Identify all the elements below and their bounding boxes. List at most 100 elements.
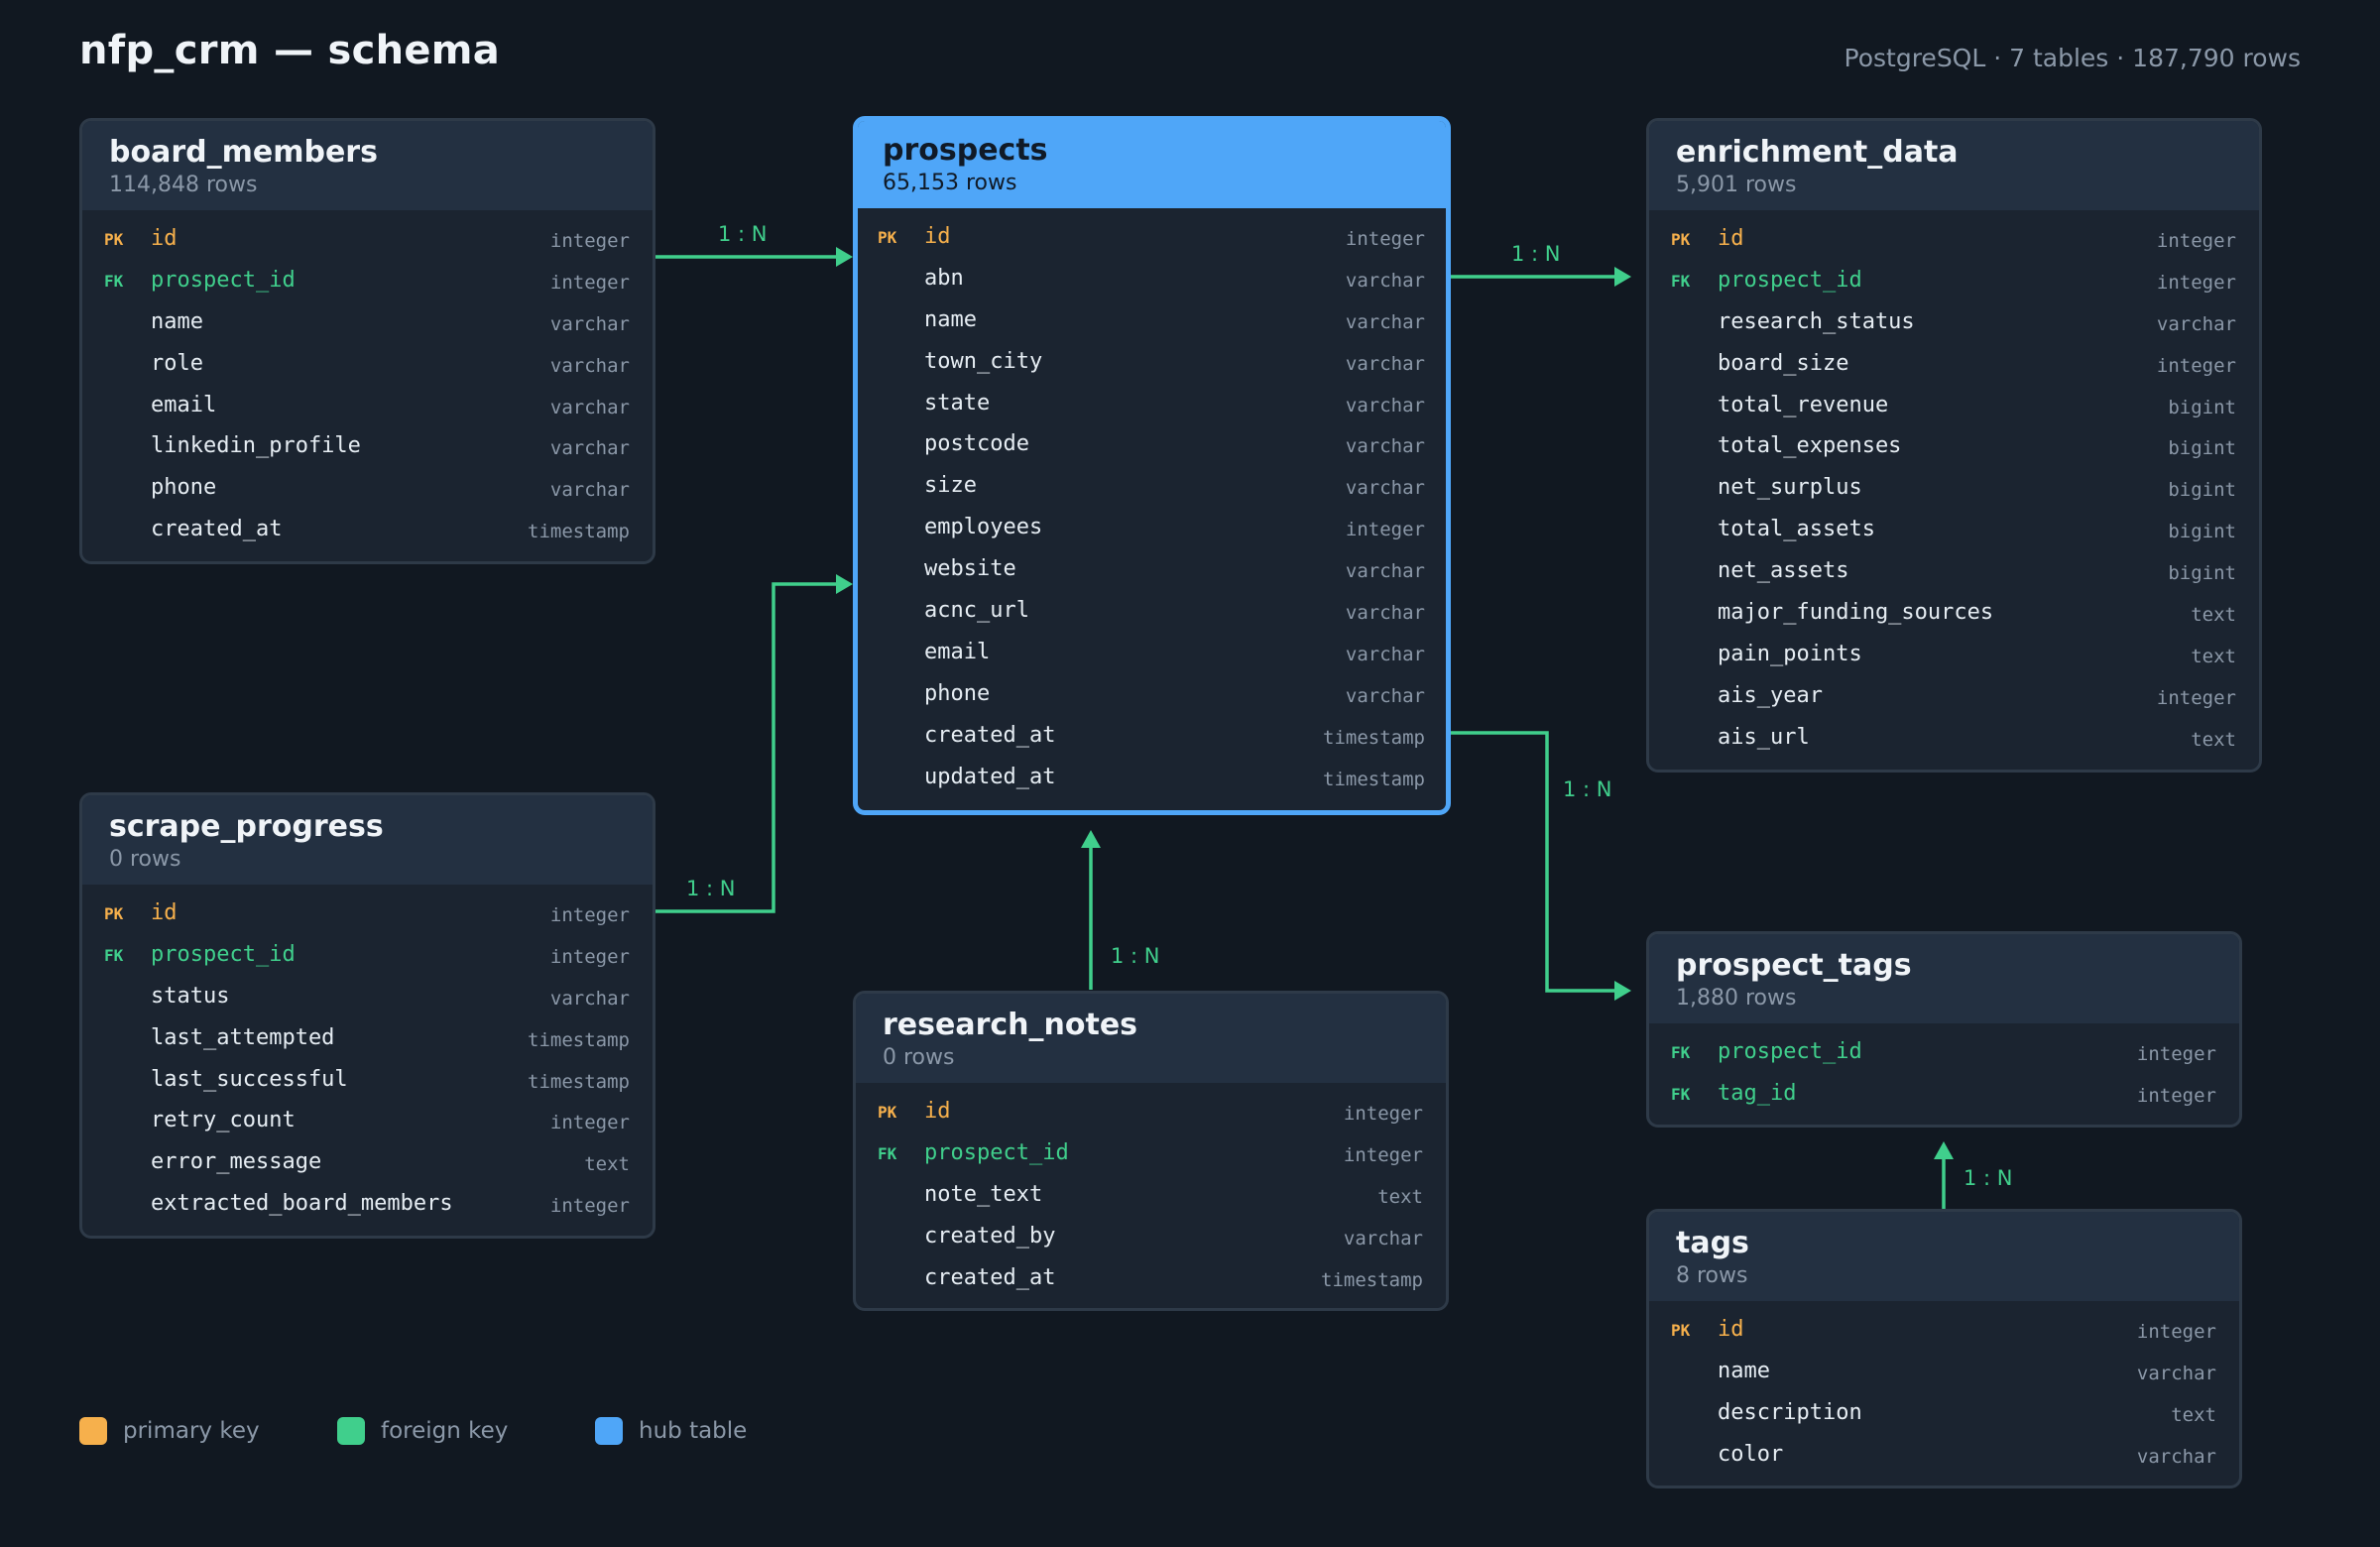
- column-row[interactable]: FK prospect_id integer: [1649, 262, 2259, 303]
- column-row[interactable]: acnc_url varchar: [858, 592, 1446, 634]
- column-row[interactable]: net_surplus bigint: [1649, 469, 2259, 511]
- table-header[interactable]: scrape_progress 0 rows: [82, 795, 653, 885]
- column-row[interactable]: total_revenue bigint: [1649, 387, 2259, 428]
- column-row[interactable]: FK prospect_id integer: [1649, 1033, 2239, 1075]
- hub-table-swatch: [595, 1417, 623, 1445]
- column-row[interactable]: ais_year integer: [1649, 677, 2259, 719]
- primary-key-badge: PK: [1671, 1321, 1691, 1340]
- column-type: integer: [549, 271, 630, 294]
- column-name: email: [151, 392, 217, 417]
- column-name: created_by: [924, 1223, 1056, 1249]
- column-row[interactable]: last_attempted timestamp: [82, 1019, 653, 1061]
- column-row[interactable]: status varchar: [82, 978, 653, 1019]
- column-row[interactable]: created_by varchar: [856, 1218, 1446, 1259]
- column-row[interactable]: postcode varchar: [858, 425, 1446, 467]
- column-row[interactable]: state varchar: [858, 385, 1446, 426]
- column-row[interactable]: name varchar: [82, 303, 653, 345]
- foreign-key-badge: FK: [1671, 271, 1691, 291]
- table-header[interactable]: research_notes 0 rows: [856, 994, 1446, 1083]
- table-header[interactable]: prospect_tags 1,880 rows: [1649, 934, 2239, 1023]
- column-name: abn: [924, 265, 964, 291]
- column-name: description: [1718, 1399, 1862, 1425]
- table-name: research_notes: [883, 1008, 1138, 1042]
- primary-key-badge: PK: [1671, 230, 1691, 249]
- table-prospect-tags[interactable]: prospect_tags 1,880 rows FK prospect_id inte…: [1646, 931, 2242, 1128]
- column-row[interactable]: website varchar: [858, 550, 1446, 592]
- table-board-members[interactable]: board_members 114,848 rows PK id integer FK pr…: [79, 118, 655, 564]
- column-row[interactable]: color varchar: [1649, 1436, 2239, 1478]
- column-type: integer: [1343, 1143, 1423, 1166]
- table-name: prospects: [883, 133, 1048, 168]
- column-row[interactable]: size varchar: [858, 467, 1446, 509]
- column-row[interactable]: email varchar: [858, 634, 1446, 675]
- column-row[interactable]: linkedin_profile varchar: [82, 427, 653, 469]
- table-header[interactable]: prospects 65,153 rows: [858, 121, 1446, 208]
- column-row[interactable]: ais_url text: [1649, 719, 2259, 761]
- column-row[interactable]: email varchar: [82, 387, 653, 428]
- column-row[interactable]: pain_points text: [1649, 636, 2259, 677]
- table-row-count: 8 rows: [1676, 1263, 1748, 1288]
- column-row[interactable]: created_at timestamp: [856, 1259, 1446, 1301]
- table-name: enrichment_data: [1676, 135, 1959, 170]
- column-row[interactable]: major_funding_sources text: [1649, 594, 2259, 636]
- column-row[interactable]: total_expenses bigint: [1649, 427, 2259, 469]
- table-header[interactable]: tags 8 rows: [1649, 1212, 2239, 1301]
- column-row[interactable]: research_status varchar: [1649, 303, 2259, 345]
- column-name: extracted_board_members: [151, 1191, 453, 1217]
- table-header[interactable]: board_members 114,848 rows: [82, 121, 653, 210]
- column-row[interactable]: PK id integer: [82, 894, 653, 936]
- column-row[interactable]: FK prospect_id integer: [82, 936, 653, 978]
- column-row[interactable]: name varchar: [1649, 1353, 2239, 1394]
- column-row[interactable]: FK tag_id integer: [1649, 1075, 2239, 1117]
- column-row[interactable]: PK id integer: [856, 1093, 1446, 1134]
- column-name: status: [151, 983, 230, 1009]
- column-row[interactable]: PK id integer: [82, 220, 653, 262]
- column-type: varchar: [2136, 1445, 2216, 1468]
- column-row[interactable]: PK id integer: [1649, 220, 2259, 262]
- column-name: website: [924, 556, 1016, 582]
- column-row[interactable]: PK id integer: [858, 218, 1446, 260]
- column-row[interactable]: employees integer: [858, 509, 1446, 550]
- column-row[interactable]: role varchar: [82, 345, 653, 387]
- column-type: varchar: [1345, 684, 1425, 707]
- column-row[interactable]: error_message text: [82, 1143, 653, 1185]
- column-type: text: [2191, 728, 2236, 751]
- column-type: varchar: [1345, 352, 1425, 375]
- table-research-notes[interactable]: research_notes 0 rows PK id integer FK prospec…: [853, 991, 1449, 1311]
- column-type: integer: [2156, 686, 2236, 709]
- table-name: prospect_tags: [1676, 948, 1912, 983]
- table-tags[interactable]: tags 8 rows PK id integer name varchar descript…: [1646, 1209, 2242, 1488]
- column-row[interactable]: net_assets bigint: [1649, 552, 2259, 594]
- foreign-key-badge: FK: [1671, 1084, 1691, 1104]
- column-row[interactable]: created_at timestamp: [858, 717, 1446, 759]
- table-scrape-progress[interactable]: scrape_progress 0 rows PK id integer FK prospe…: [79, 792, 655, 1239]
- column-name: note_text: [924, 1181, 1043, 1207]
- primary-key-badge: PK: [104, 230, 124, 249]
- column-row[interactable]: last_successful timestamp: [82, 1061, 653, 1103]
- table-prospects[interactable]: prospects 65,153 rows PK id integer abn varcha…: [853, 116, 1451, 815]
- column-row[interactable]: FK prospect_id integer: [82, 262, 653, 303]
- column-type: timestamp: [1323, 768, 1425, 790]
- column-row[interactable]: town_city varchar: [858, 343, 1446, 385]
- column-row[interactable]: abn varchar: [858, 260, 1446, 301]
- column-name: created_at: [924, 722, 1056, 748]
- column-row[interactable]: description text: [1649, 1394, 2239, 1436]
- column-row[interactable]: phone varchar: [82, 469, 653, 511]
- table-header[interactable]: enrichment_data 5,901 rows: [1649, 121, 2259, 210]
- column-row[interactable]: extracted_board_members integer: [82, 1185, 653, 1227]
- column-row[interactable]: total_assets bigint: [1649, 511, 2259, 552]
- column-row[interactable]: updated_at timestamp: [858, 759, 1446, 800]
- table-enrichment-data[interactable]: enrichment_data 5,901 rows PK id integer FK pr…: [1646, 118, 2262, 773]
- relationship-label: 1 : N: [686, 877, 736, 900]
- column-name: major_funding_sources: [1718, 600, 1994, 626]
- column-row[interactable]: note_text text: [856, 1176, 1446, 1218]
- column-row[interactable]: phone varchar: [858, 675, 1446, 717]
- column-row[interactable]: PK id integer: [1649, 1311, 2239, 1353]
- column-row[interactable]: FK prospect_id integer: [856, 1134, 1446, 1176]
- column-row[interactable]: retry_count integer: [82, 1102, 653, 1143]
- column-row[interactable]: name varchar: [858, 301, 1446, 343]
- column-row[interactable]: board_size integer: [1649, 345, 2259, 387]
- column-row[interactable]: created_at timestamp: [82, 511, 653, 552]
- column-type: integer: [1343, 1103, 1423, 1125]
- table-row-count: 5,901 rows: [1676, 173, 1797, 197]
